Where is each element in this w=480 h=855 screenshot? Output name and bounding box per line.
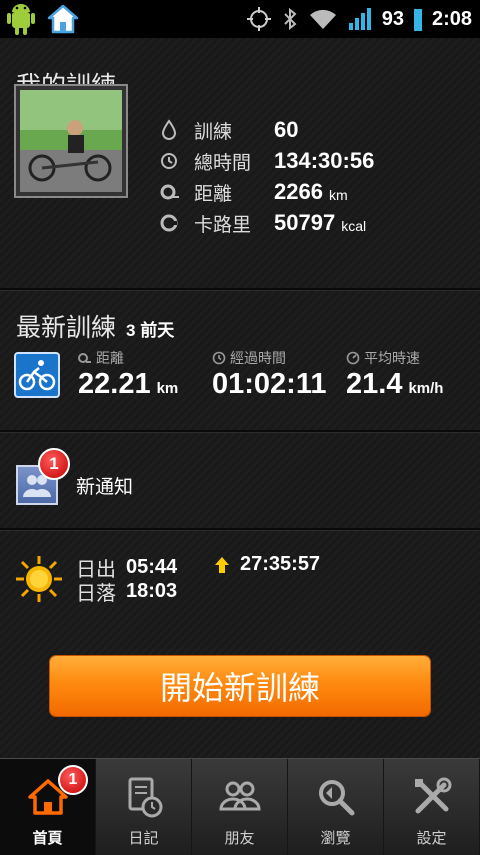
stat-value: 2266 (274, 179, 323, 204)
notification-badge: 1 (38, 448, 70, 480)
signal-icon (348, 8, 371, 30)
friends-icon (218, 781, 261, 811)
latest-average-speed: 平均時速 21.4 km/h (346, 348, 443, 401)
tab-settings[interactable]: 設定 (384, 759, 480, 855)
stat-trainings: 訓練 60 (160, 115, 298, 145)
battery-level: 93 (381, 7, 404, 30)
stat-label: 卡路里 (194, 214, 252, 236)
stat-unit: kcal (341, 218, 367, 234)
distance-icon (78, 353, 91, 363)
daylight-remaining: 27:35:57 (240, 553, 321, 575)
speedometer-icon (346, 351, 360, 365)
latest-training-ago: 3 前天 (126, 321, 175, 340)
tab-home[interactable]: 1 首頁 (0, 759, 96, 855)
settings-icon (414, 777, 451, 814)
clock-icon (212, 351, 226, 365)
sunset-time: 18:03 (126, 580, 178, 602)
tab-label: 日記 (128, 830, 159, 847)
metric-label: 經過時間 (230, 350, 286, 366)
sunrise-time: 05:44 (126, 556, 178, 578)
divider (0, 528, 480, 531)
tab-label: 瀏覽 (320, 830, 351, 847)
divider (0, 288, 480, 291)
calorie-icon (160, 214, 178, 232)
stat-value: 60 (274, 117, 299, 142)
tab-label: 朋友 (224, 830, 255, 847)
stat-total-time: 總時間 134:30:56 (160, 146, 374, 176)
notifications-row[interactable]: 1 新通知 (0, 440, 480, 524)
latest-training-header[interactable]: 最新訓練 3 前天 (16, 308, 174, 344)
avatar[interactable] (14, 84, 128, 198)
stat-label: 距離 (194, 183, 233, 205)
stat-label: 總時間 (194, 152, 252, 174)
latest-training-title: 最新訓練 (16, 314, 117, 342)
wifi-icon (309, 9, 336, 29)
latest-distance: 距離 22.21 km (78, 348, 178, 401)
daylight-row: 27:35:57 (214, 553, 320, 576)
diary-icon (128, 777, 162, 818)
tab-friends[interactable]: 朋友 (192, 759, 288, 855)
stat-calories: 卡路里 50797 kcal (160, 208, 366, 238)
drop-icon (161, 119, 177, 140)
stat-distance: 距離 2266 km (160, 177, 348, 207)
bluetooth-icon (284, 7, 297, 31)
metric-value: 01:02:11 (212, 368, 327, 400)
cycling-icon (14, 352, 60, 398)
metric-unit: km/h (408, 380, 444, 397)
stat-value: 50797 (274, 210, 336, 235)
metric-label: 平均時速 (364, 350, 420, 366)
sunset-row: 日落 18:03 (76, 577, 177, 606)
home-notification-icon (47, 4, 79, 34)
stat-label: 訓練 (194, 121, 233, 143)
battery-icon (413, 9, 422, 31)
tab-label: 首頁 (32, 830, 63, 847)
metric-label: 距離 (96, 350, 124, 366)
tab-home-badge: 1 (58, 765, 88, 795)
clock-icon (161, 153, 177, 169)
bottom-tab-bar: 1 首頁 日記 朋友 瀏覽 設定 (0, 758, 480, 855)
metric-value: 21.4 (346, 368, 403, 400)
android-icon (7, 4, 35, 35)
status-bar: 93 2:08 (0, 0, 480, 38)
distance-icon (160, 184, 179, 200)
gps-icon (246, 7, 271, 31)
tab-label: 設定 (416, 830, 447, 847)
tab-browse[interactable]: 瀏覽 (288, 759, 384, 855)
notifications-label: 新通知 (76, 477, 134, 498)
metric-value: 22.21 (78, 368, 151, 400)
sunset-label: 日落 (76, 583, 116, 605)
sun-icon (16, 556, 62, 602)
stat-unit: km (328, 187, 348, 203)
latest-elapsed-time: 經過時間 01:02:11 (212, 348, 327, 401)
divider (0, 430, 480, 433)
stat-value: 134:30:56 (274, 148, 375, 173)
metric-unit: km (156, 380, 179, 397)
clock: 2:08 (431, 7, 472, 30)
profile-photo (20, 90, 122, 192)
start-new-training-button[interactable]: 開始新訓練 (50, 656, 430, 716)
tab-diary[interactable]: 日記 (96, 759, 192, 855)
browse-icon (318, 780, 354, 816)
arrow-up-icon (215, 556, 229, 573)
